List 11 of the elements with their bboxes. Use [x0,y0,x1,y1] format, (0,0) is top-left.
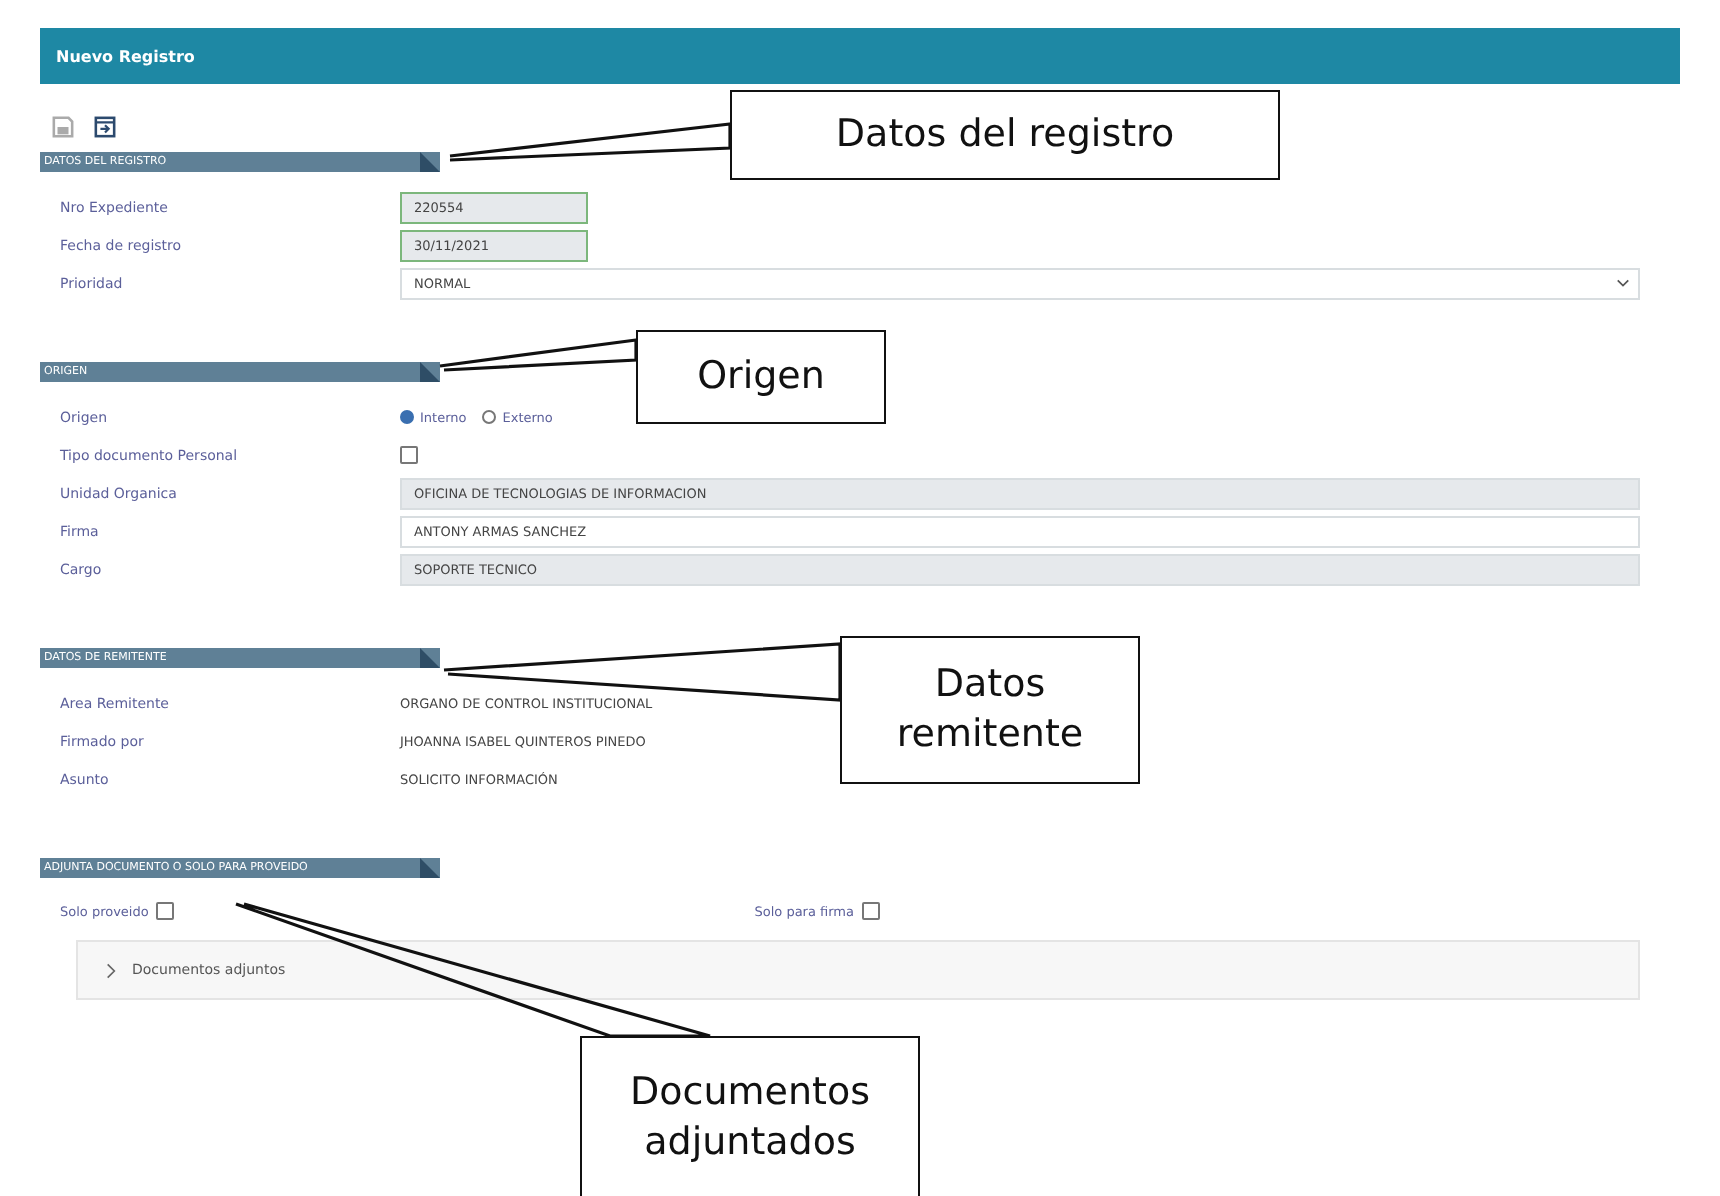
page-title: Nuevo Registro [56,47,195,65]
callout-box: Datos remitente [840,636,1140,784]
callout-box: Datos del registro [730,90,1280,180]
export-icon[interactable] [94,116,116,138]
callout-box: Documentos adjuntados [580,1036,920,1196]
checkbox[interactable] [862,902,880,920]
chevron-icon [106,961,116,979]
checkbox[interactable] [400,446,418,464]
checkbox[interactable] [156,902,175,920]
callout-box: Origen [636,330,886,424]
caret-icon [1616,278,1630,288]
